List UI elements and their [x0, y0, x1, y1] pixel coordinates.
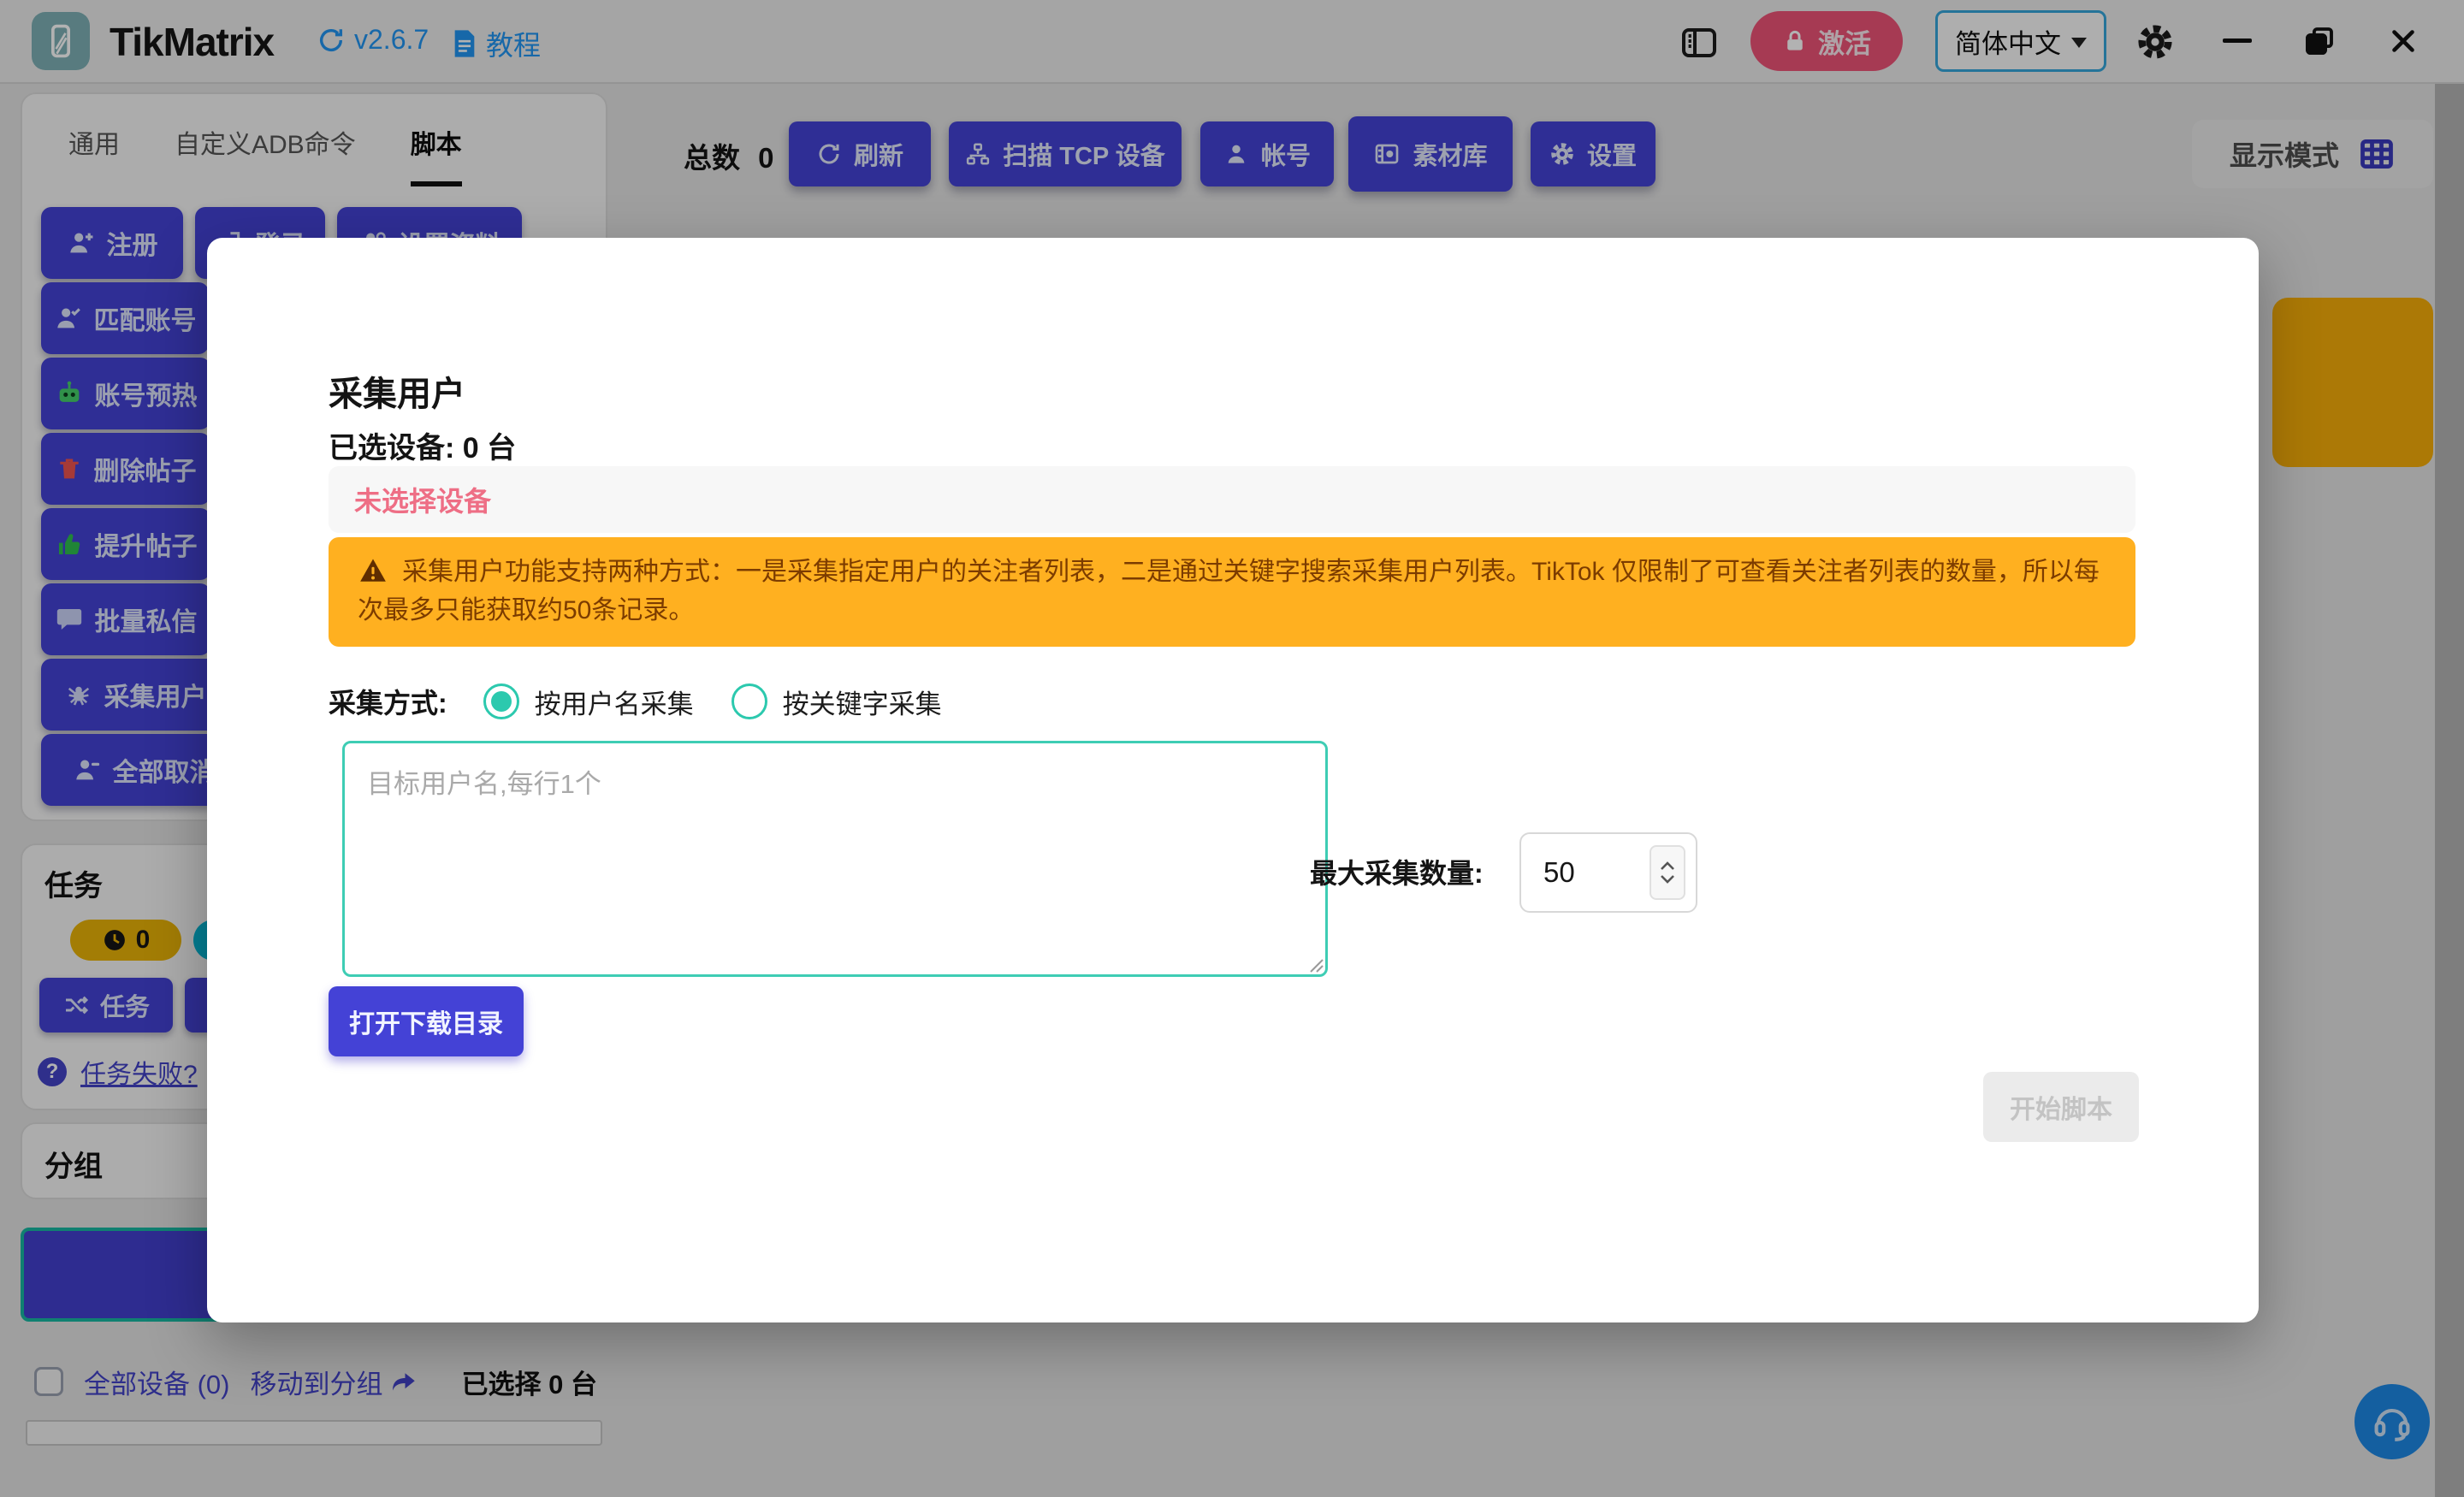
chevron-up-icon: [1657, 859, 1678, 873]
max-count-value: 50: [1543, 856, 1575, 889]
resize-handle-icon[interactable]: [1306, 955, 1324, 973]
radio-by-username[interactable]: [483, 683, 519, 719]
dialog-title: 采集用户: [329, 366, 465, 416]
no-device-text: 未选择设备: [354, 480, 491, 519]
radio-by-keyword[interactable]: [732, 683, 767, 719]
scrape-users-dialog: 采集用户 已选设备: 0 台 未选择设备 采集用户功能支持两种方式：一是采集指定…: [207, 238, 2259, 1322]
max-count-input[interactable]: 50: [1519, 832, 1697, 913]
max-count-label: 最大采集数量:: [1310, 852, 1484, 891]
start-script-button[interactable]: 开始脚本: [1983, 1072, 2139, 1142]
radio-by-keyword-label[interactable]: 按关键字采集: [783, 683, 942, 721]
warning-icon: [358, 556, 388, 585]
no-device-box: 未选择设备: [329, 466, 2135, 533]
notice-banner: 采集用户功能支持两种方式：一是采集指定用户的关注者列表，二是通过关键字搜索采集用…: [329, 537, 2135, 647]
notice-text: 采集用户功能支持两种方式：一是采集指定用户的关注者列表，二是通过关键字搜索采集用…: [358, 558, 2100, 624]
target-usernames-input[interactable]: [342, 741, 1328, 977]
method-label: 采集方式:: [329, 682, 447, 721]
radio-by-username-label[interactable]: 按用户名采集: [535, 683, 694, 721]
open-download-dir-button[interactable]: 打开下载目录: [329, 986, 524, 1056]
number-stepper[interactable]: [1650, 845, 1685, 900]
chevron-down-icon: [1657, 873, 1678, 886]
selected-devices-label: 已选设备: 0 台: [329, 424, 516, 466]
method-row: 采集方式: 按用户名采集 按关键字采集: [329, 681, 980, 722]
